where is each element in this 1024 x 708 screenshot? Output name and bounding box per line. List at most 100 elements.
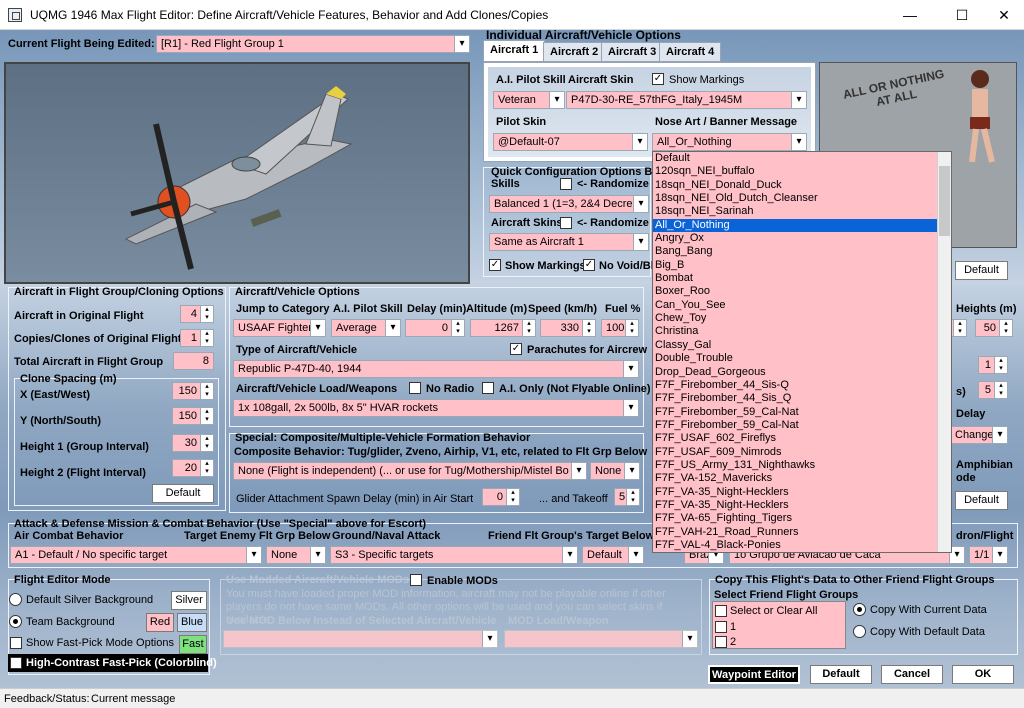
right-change-select[interactable]: Change: [950, 426, 1008, 444]
dropdown-option[interactable]: Christina: [653, 325, 951, 338]
dropdown-option[interactable]: Bang_Bang: [653, 245, 951, 258]
blue-button[interactable]: Blue: [177, 613, 207, 632]
skills-select[interactable]: Balanced 1 (1=3, 2&4 Decre: [489, 195, 649, 213]
friend-2-checkbox[interactable]: [715, 636, 727, 648]
mod-aircraft-select[interactable]: [223, 630, 498, 648]
nose-art-select[interactable]: All_Or_Nothing: [652, 133, 807, 151]
aircraft-skin-select[interactable]: P47D-30-RE_57thFG_Italy_1945M: [566, 91, 807, 109]
copy-default-radio[interactable]: [853, 625, 866, 638]
takeoff-stepper[interactable]: 5: [614, 488, 640, 506]
composite-flight-select[interactable]: None: [590, 462, 640, 480]
dropdown-option[interactable]: 18sqn_NEI_Donald_Duck: [653, 179, 951, 192]
waypoint-editor-button[interactable]: Waypoint Editor: [708, 665, 800, 684]
dropdown-option[interactable]: F7F_US_Army_131_Nighthawks: [653, 459, 951, 472]
minimize-button[interactable]: —: [892, 4, 928, 26]
dropdown-option[interactable]: Default: [653, 152, 951, 165]
dropdown-option[interactable]: F7F_Firebomber_44_Sis_Q: [653, 392, 951, 405]
maximize-button[interactable]: ☐: [944, 4, 980, 26]
dropdown-option[interactable]: F7F_VAH-21_Road_Runners: [653, 526, 951, 539]
fuel-stepper[interactable]: 100: [601, 319, 639, 337]
x-stepper[interactable]: 150: [172, 382, 214, 400]
dropdown-option[interactable]: F7F_Firebomber_59_Cal-Nat: [653, 419, 951, 432]
ok-button[interactable]: OK: [952, 665, 1014, 684]
dropdown-option[interactable]: F7F_USAF_609_Nimrods: [653, 446, 951, 459]
close-button[interactable]: ✕: [986, 4, 1022, 26]
tab-aircraft-4[interactable]: Aircraft 4: [659, 42, 722, 62]
dropdown-option[interactable]: 18sqn_NEI_Old_Dutch_Cleanser: [653, 192, 951, 205]
acopt-skill-select[interactable]: Average: [331, 319, 401, 337]
dropdown-option[interactable]: Can_You_See: [653, 299, 951, 312]
h2-stepper[interactable]: 20: [172, 459, 214, 477]
composite-select[interactable]: None (Flight is independent) (... or use…: [233, 462, 587, 480]
h1-stepper[interactable]: 30: [172, 434, 214, 452]
randomize-skins-checkbox[interactable]: [560, 217, 572, 229]
parachutes-checkbox[interactable]: ✓: [510, 343, 522, 355]
dropdown-scrollbar[interactable]: [937, 152, 951, 552]
scrollbar-thumb[interactable]: [939, 166, 950, 236]
mod-load-select[interactable]: [504, 630, 698, 648]
fast-pick-checkbox[interactable]: [10, 637, 22, 649]
friend-target-select[interactable]: Default: [582, 546, 644, 564]
ground-attack-select[interactable]: S3 - Specific targets: [330, 546, 578, 564]
right-v1-stepper[interactable]: 1: [978, 356, 1008, 374]
delay-stepper[interactable]: 0: [405, 319, 465, 337]
tab-aircraft-1[interactable]: Aircraft 1: [483, 40, 546, 62]
select-all-checkbox[interactable]: [715, 605, 727, 617]
dropdown-option[interactable]: Boxer_Roo: [653, 285, 951, 298]
quick-show-markings-checkbox[interactable]: ✓: [489, 259, 501, 271]
dropdown-option[interactable]: Classy_Gal: [653, 339, 951, 352]
dropdown-option[interactable]: F7F_VA-35_Night-Hecklers: [653, 486, 951, 499]
show-markings-checkbox[interactable]: ✓: [652, 73, 664, 85]
silver-button[interactable]: Silver: [171, 591, 207, 610]
dropdown-option[interactable]: Double_Trouble: [653, 352, 951, 365]
height-b-stepper[interactable]: 50: [975, 319, 1013, 337]
silver-bg-radio[interactable]: [9, 593, 22, 606]
cloning-default-button[interactable]: Default: [152, 484, 214, 503]
tab-aircraft-3[interactable]: Aircraft 3: [601, 42, 664, 62]
dropdown-option[interactable]: Bombat: [653, 272, 951, 285]
dropdown-option[interactable]: F7F_Firebomber_59_Cal-Nat: [653, 406, 951, 419]
right-v2-stepper[interactable]: 5: [978, 381, 1008, 399]
cancel-button[interactable]: Cancel: [881, 665, 943, 684]
dropdown-option[interactable]: F7F_VA-35_Night-Hecklers: [653, 499, 951, 512]
dropdown-option[interactable]: 18sqn_NEI_Sarinah: [653, 205, 951, 218]
friend-1-checkbox[interactable]: [715, 621, 727, 633]
air-combat-select[interactable]: A1 - Default / No specific target: [10, 546, 262, 564]
orig-flight-stepper[interactable]: 4: [180, 305, 214, 323]
dropdown-option[interactable]: 120sqn_NEI_buffalo: [653, 165, 951, 178]
high-contrast-checkbox[interactable]: [10, 657, 22, 669]
altitude-stepper[interactable]: 1267: [470, 319, 536, 337]
dropdown-option[interactable]: All_Or_Nothing: [653, 218, 951, 233]
dropdown-option[interactable]: F7F_VA-152_Mavericks: [653, 472, 951, 485]
dropdown-option[interactable]: Drop_Dead_Gorgeous: [653, 366, 951, 379]
current-flight-select[interactable]: [R1] - Red Flight Group 1: [156, 35, 470, 53]
dropdown-option[interactable]: F7F_VA-65_Fighting_Tigers: [653, 512, 951, 525]
target-enemy-select[interactable]: None: [266, 546, 326, 564]
jump-select[interactable]: USAAF Fighter: [233, 319, 326, 337]
enable-mods-checkbox[interactable]: [410, 574, 422, 586]
dropdown-option[interactable]: Angry_Ox: [653, 232, 951, 245]
tab-aircraft-2[interactable]: Aircraft 2: [543, 42, 606, 62]
type-select[interactable]: Republic P-47D-40, 1944: [233, 360, 639, 378]
no-radio-checkbox[interactable]: [409, 382, 421, 394]
dropdown-option[interactable]: F7F_Firebomber_44_Sis-Q: [653, 379, 951, 392]
skins-select[interactable]: Same as Aircraft 1: [489, 233, 649, 251]
ai-only-checkbox[interactable]: [482, 382, 494, 394]
dropdown-option[interactable]: F7F_USAF_602_Fireflys: [653, 432, 951, 445]
dropdown-option[interactable]: Chew_Toy: [653, 312, 951, 325]
right-default-button[interactable]: Default: [955, 491, 1008, 510]
dropdown-option[interactable]: F7F_VAL-4_Black-Ponies: [653, 539, 951, 552]
friend-groups-list[interactable]: Select or Clear All 1 2: [712, 601, 846, 649]
no-void-checkbox[interactable]: ✓: [583, 259, 595, 271]
team-bg-radio[interactable]: [9, 615, 22, 628]
speed-stepper[interactable]: 330: [540, 319, 596, 337]
glider-delay-stepper[interactable]: 0: [482, 488, 520, 506]
randomize-skills-checkbox[interactable]: [560, 178, 572, 190]
dropdown-option[interactable]: Big_B: [653, 259, 951, 272]
ai-skill-select[interactable]: Veteran: [493, 91, 565, 109]
nose-art-dropdown-list[interactable]: Default 120sqn_NEI_buffalo 18sqn_NEI_Donal…: [652, 151, 952, 553]
nose-art-default-button[interactable]: Default: [955, 261, 1008, 280]
copies-stepper[interactable]: 1: [180, 329, 214, 347]
y-stepper[interactable]: 150: [172, 407, 214, 425]
load-select[interactable]: 1x 108gall, 2x 500lb, 8x 5" HVAR rockets: [233, 399, 639, 417]
